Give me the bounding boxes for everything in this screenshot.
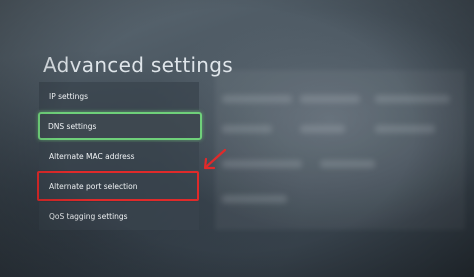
- menu-item-alternate-port-selection[interactable]: Alternate port selection: [39, 172, 199, 200]
- blurred-background-text: [300, 95, 360, 103]
- blurred-background-panel: [215, 70, 465, 230]
- red-arrow-icon: [203, 148, 227, 170]
- menu-item-qos-tagging-settings[interactable]: QoS tagging settings: [39, 202, 199, 230]
- blurred-background-text: [375, 125, 435, 133]
- blurred-background-text: [222, 125, 272, 133]
- advanced-settings-menu: IP settings DNS settings Alternate MAC a…: [38, 82, 202, 232]
- page-title: Advanced settings: [43, 53, 234, 78]
- blurred-background-text: [320, 160, 375, 168]
- menu-item-alternate-mac-address[interactable]: Alternate MAC address: [39, 142, 199, 170]
- blurred-background-text: [375, 95, 450, 103]
- menu-item-dns-settings[interactable]: DNS settings: [38, 112, 202, 140]
- settings-screen: Advanced settings IP settings DNS settin…: [0, 0, 474, 277]
- blurred-background-text: [222, 195, 287, 203]
- blurred-background-text: [222, 95, 292, 103]
- blurred-background-text: [300, 125, 345, 133]
- menu-item-ip-settings[interactable]: IP settings: [39, 82, 199, 110]
